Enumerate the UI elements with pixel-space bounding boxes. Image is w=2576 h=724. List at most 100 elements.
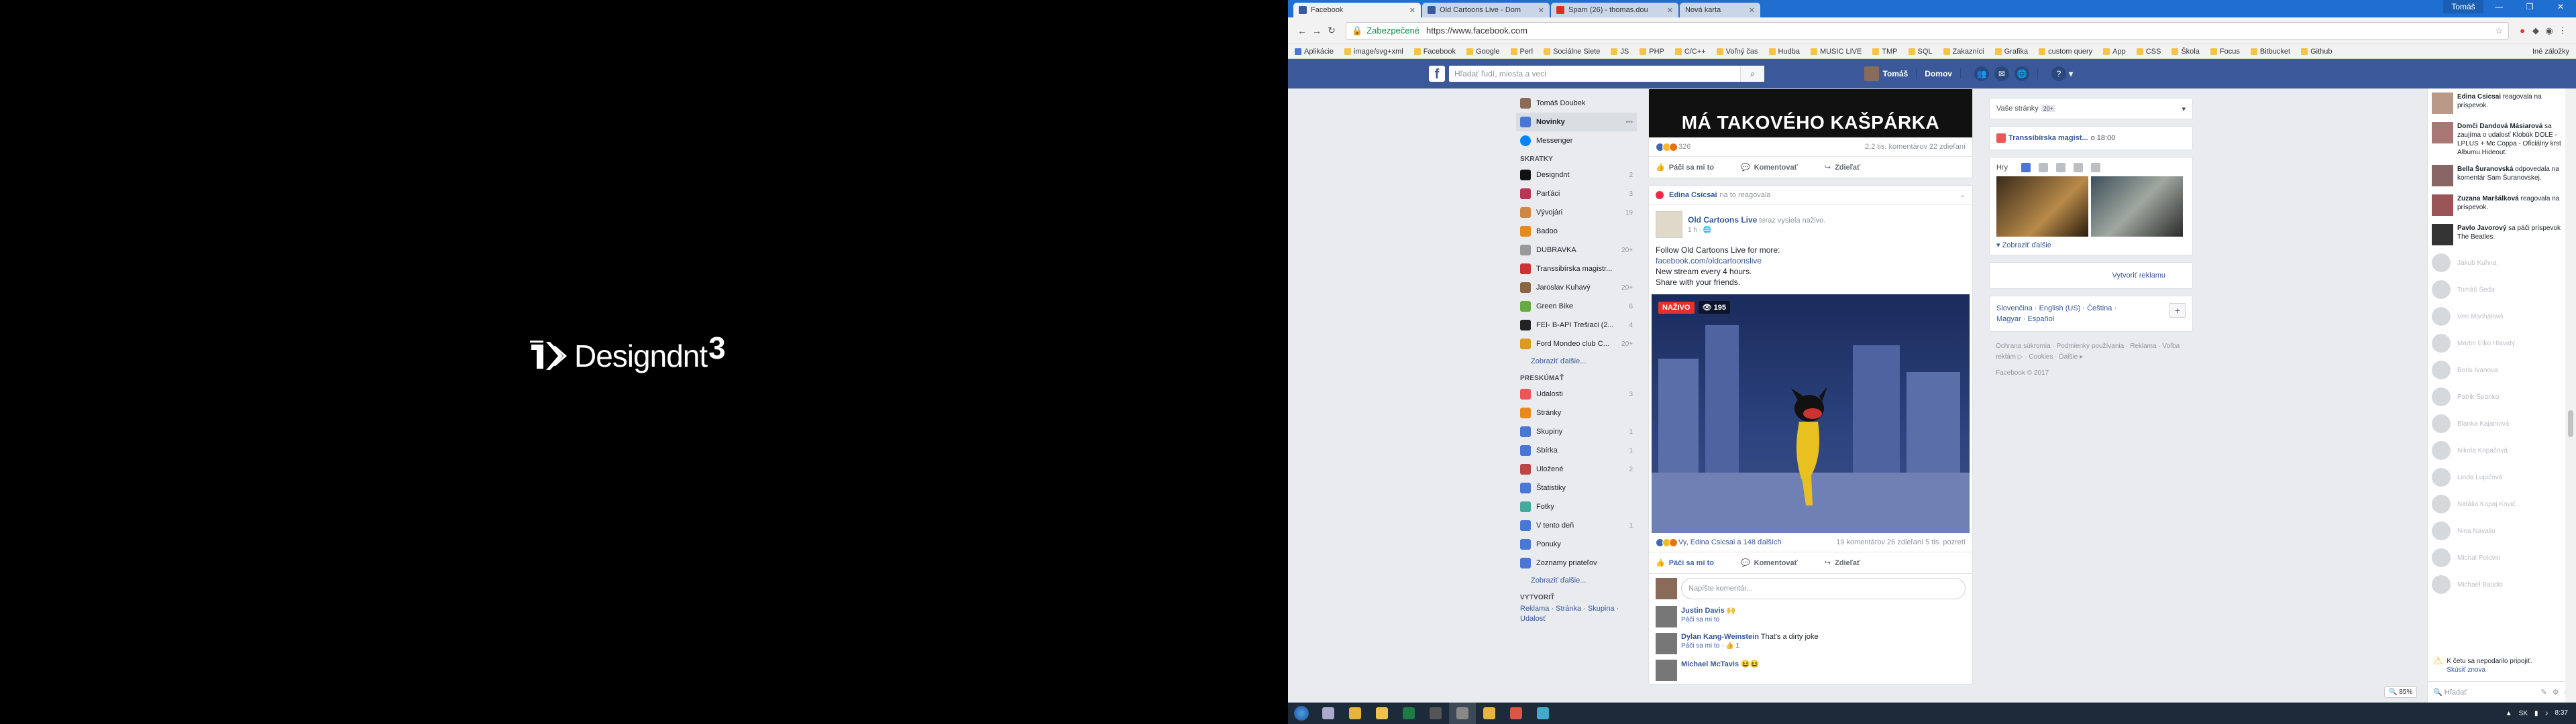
games-tab-icon[interactable] xyxy=(2021,163,2031,172)
reactions-icon[interactable] xyxy=(1656,142,1678,152)
bookmark-item[interactable]: App xyxy=(2103,48,2126,56)
close-tab-icon[interactable]: ✕ xyxy=(1538,6,1544,15)
games-tab-icon[interactable] xyxy=(2074,163,2084,172)
comment-input[interactable]: Napíšte komentár... xyxy=(1681,578,1966,599)
event-reminder[interactable]: Transsibírska magist... o 18:00 xyxy=(1990,127,2192,149)
nav-item[interactable]: Designdnt 2 xyxy=(1516,166,1637,184)
taskbar-app[interactable] xyxy=(1476,703,1503,724)
bookmark-item[interactable]: Zakazníci xyxy=(1943,48,1984,56)
post-image-banner[interactable]: MÁ TAKOVÉHO KAŠPÁRKA xyxy=(1649,89,1972,137)
chat-contact[interactable]: Natália Kopaj Kovič xyxy=(2428,491,2576,518)
live-video[interactable]: NAŽIVO 👁 195 xyxy=(1652,294,1970,533)
close-tab-icon[interactable]: ✕ xyxy=(1667,6,1673,15)
comment-share-count[interactable]: 2,2 tis. komentárov 22 zdieľaní xyxy=(1865,143,1966,151)
ticker-item[interactable]: Edina Csicsai reagovala na príspevok. xyxy=(2428,88,2576,118)
chat-contact[interactable]: Tomáš Šeda xyxy=(2428,276,2576,303)
clock[interactable]: 8:37 xyxy=(2555,709,2568,717)
games-tab-icon[interactable] xyxy=(2039,163,2049,172)
bookmark-item[interactable]: PHP xyxy=(1640,48,1664,56)
bookmark-item[interactable]: Aplikácie xyxy=(1295,48,1334,56)
extension-icon[interactable]: ◉ xyxy=(2542,25,2556,36)
start-button[interactable] xyxy=(1288,703,1315,724)
messages-icon[interactable]: ✉ xyxy=(1994,66,2009,81)
menu-icon[interactable]: ⋮ xyxy=(2556,25,2569,36)
nav-item[interactable]: Uložené 2 xyxy=(1516,460,1637,479)
friend-requests-icon[interactable]: 👥 xyxy=(1974,66,1989,81)
tab-new[interactable]: Nová karta ✕ xyxy=(1680,3,1760,17)
chat-contact[interactable]: Nikola Kopačová xyxy=(2428,437,2576,464)
bookmark-item[interactable]: CSS xyxy=(2136,48,2161,56)
close-tab-icon[interactable]: ✕ xyxy=(1409,6,1415,15)
nav-item[interactable]: Transsibírska magistr... xyxy=(1516,259,1637,278)
ticker-item[interactable]: Bella Šuranovská odpovedala na komentár … xyxy=(2428,161,2576,190)
notifications-icon[interactable]: 🌐 xyxy=(2014,66,2029,81)
comment-author[interactable]: Justin Davis xyxy=(1681,607,1725,615)
page-avatar[interactable] xyxy=(1656,211,1682,238)
bookmark-star-icon[interactable]: ☆ xyxy=(2495,25,2503,36)
share-button[interactable]: ↪ Zdieľať xyxy=(1825,558,1860,568)
chat-contact[interactable]: Nina Navalio xyxy=(2428,518,2576,544)
ticker-item[interactable]: Domči Dandová Másiarová sa zaujíma o uda… xyxy=(2428,118,2576,161)
bookmark-item[interactable]: Hudba xyxy=(1768,48,1800,56)
bookmark-item[interactable]: Škola xyxy=(2171,48,2200,56)
bookmark-item[interactable]: Focus xyxy=(2210,48,2240,56)
nav-messenger[interactable]: Messenger xyxy=(1516,131,1637,150)
nav-item[interactable]: Skupiny 1 xyxy=(1516,422,1637,441)
taskbar-app[interactable] xyxy=(1422,703,1449,724)
help-icon[interactable]: ? xyxy=(2051,66,2066,81)
bookmark-item[interactable]: MUSIC LIVE xyxy=(1810,48,1862,56)
comment-button[interactable]: 💬 Komentovať xyxy=(1741,163,1798,172)
avatar[interactable] xyxy=(1656,633,1677,654)
post-link[interactable]: facebook.com/oldcartoonslive xyxy=(1656,256,1762,265)
bookmark-item[interactable]: custom query xyxy=(2039,48,2092,56)
bookmark-item[interactable]: Bitbucket xyxy=(2250,48,2290,56)
taskbar-app[interactable] xyxy=(1342,703,1368,724)
profile-link[interactable]: Tomáš xyxy=(1883,69,1909,78)
bookmark-item[interactable]: Google xyxy=(1466,48,1500,56)
nav-item[interactable]: Parťáci 3 xyxy=(1516,184,1637,203)
taskbar-app[interactable] xyxy=(1449,703,1476,724)
game-thumbnail[interactable] xyxy=(1996,176,2088,237)
zoom-indicator[interactable]: 🔍 85% xyxy=(2384,686,2418,698)
chat-contact[interactable]: Patrik Španko xyxy=(2428,383,2576,410)
other-bookmarks[interactable]: Iné záložky xyxy=(2532,48,2569,56)
show-more-explore[interactable]: Zobraziť ďalšie... xyxy=(1516,572,1637,589)
address-bar[interactable]: 🔒 Zabezpečené https://www.facebook.com ☆ xyxy=(1346,21,2509,40)
close-tab-icon[interactable]: ✕ xyxy=(1749,6,1755,15)
nav-news-feed[interactable]: Novinky ••• xyxy=(1516,113,1637,131)
nav-item[interactable]: Štatistiky xyxy=(1516,479,1637,497)
minimize-button[interactable]: — xyxy=(2483,0,2514,13)
event-name[interactable]: Transsibírska magist... xyxy=(2008,134,2088,142)
bookmark-item[interactable]: TMP xyxy=(1872,48,1898,56)
nav-item[interactable]: Sbírka 1 xyxy=(1516,441,1637,460)
nav-item[interactable]: Fotky xyxy=(1516,497,1637,516)
post-time[interactable]: 1 h · 🌐 xyxy=(1688,227,1825,234)
nav-item[interactable]: Ford Mondeo club C... 20+ xyxy=(1516,335,1637,353)
nav-item[interactable]: Zoznamy priateľov xyxy=(1516,554,1637,572)
nav-item[interactable]: V tento deň 1 xyxy=(1516,516,1637,535)
reactions-icon[interactable] xyxy=(1656,538,1678,547)
games-tab-icon[interactable] xyxy=(2056,163,2066,172)
create-links[interactable]: Reklama · Stránka · Skupina · Udalosť xyxy=(1516,604,1637,624)
retry-link[interactable]: Skúsiť znova xyxy=(2447,666,2485,674)
tab-facebook[interactable]: Facebook ✕ xyxy=(1293,3,1421,17)
chat-contact[interactable]: Martin Elko Hlavatý xyxy=(2428,330,2576,357)
create-ad-link[interactable]: Vytvoriť reklamu xyxy=(1990,263,2192,288)
chat-contact[interactable]: Blanka Kajaniová xyxy=(2428,410,2576,437)
taskbar-app[interactable] xyxy=(1315,703,1342,724)
nav-item[interactable]: FEI- B-API Trešiaci (2... 4 xyxy=(1516,316,1637,335)
like-button[interactable]: 👍 Páči sa mi to xyxy=(1656,558,1714,568)
taskbar-app[interactable] xyxy=(1368,703,1395,724)
network-icon[interactable]: ▮ xyxy=(2534,710,2538,717)
share-button[interactable]: ↪ Zdieľať xyxy=(1825,163,1860,172)
nav-item[interactable]: Vývojári 19 xyxy=(1516,203,1637,222)
bookmark-item[interactable]: SQL xyxy=(1908,48,1933,56)
language-indicator[interactable]: SK xyxy=(2519,710,2528,717)
chat-contact[interactable]: Michael Baudis xyxy=(2428,571,2576,598)
tab-old-cartoons[interactable]: Old Cartoons Live - Dom ✕ xyxy=(1422,3,1550,17)
comment-meta[interactable]: Páči sa mi to xyxy=(1681,616,1736,623)
reaction-count[interactable]: 326 xyxy=(1678,143,1690,151)
profile-button[interactable]: Tomáš xyxy=(2443,0,2483,13)
tray-arrow-icon[interactable]: ▲ xyxy=(2506,710,2512,717)
bookmark-item[interactable]: Grafika xyxy=(1994,48,2028,56)
